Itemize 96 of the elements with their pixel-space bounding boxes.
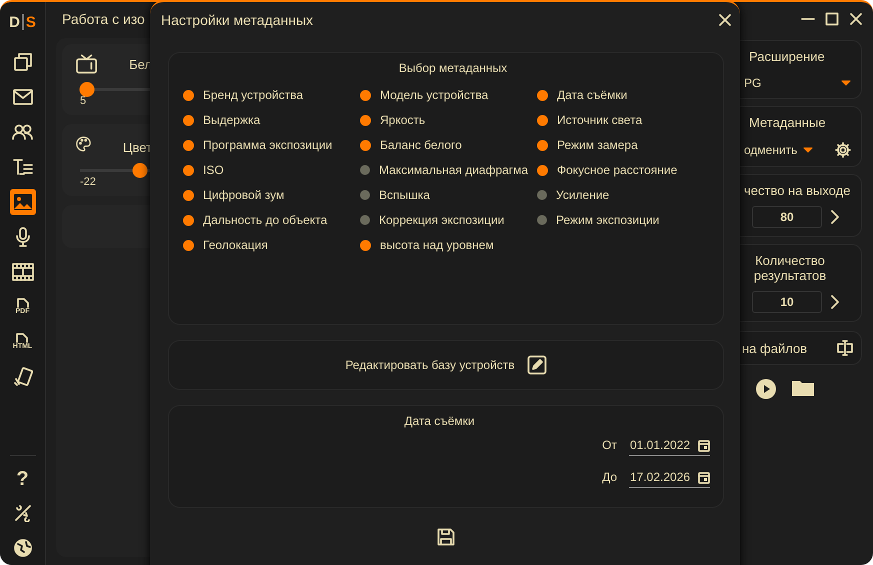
card-title: на файлов bbox=[742, 340, 808, 356]
toggle-dot[interactable] bbox=[537, 190, 547, 200]
date-field[interactable]: 17.02.2026 bbox=[629, 466, 710, 488]
metadata-option[interactable]: ISO bbox=[183, 161, 360, 179]
metadata-option[interactable]: Геолокация bbox=[183, 236, 360, 254]
close-icon[interactable] bbox=[718, 13, 732, 27]
panel-title: Дата съёмки bbox=[403, 414, 476, 428]
panel-label: Редактировать базу устройств bbox=[345, 358, 515, 372]
toggle-dot[interactable] bbox=[537, 215, 547, 225]
toggle-dot[interactable] bbox=[537, 114, 548, 126]
toggle-dot[interactable] bbox=[360, 90, 371, 100]
number-field[interactable]: 80 bbox=[752, 206, 822, 228]
card-title: чество на выходе bbox=[744, 183, 851, 198]
text-icon bbox=[12, 158, 32, 176]
toggle-dot[interactable] bbox=[183, 90, 194, 100]
help-button[interactable]: ? bbox=[16, 468, 29, 491]
logo-letter: S bbox=[26, 14, 36, 30]
card-title: Расширение bbox=[748, 49, 826, 64]
tv-icon bbox=[76, 54, 98, 74]
slider-value: -22 bbox=[79, 176, 97, 188]
toggle-dot[interactable] bbox=[537, 90, 548, 100]
metadata-option[interactable]: Вспышка bbox=[360, 186, 537, 204]
toggle-dot[interactable] bbox=[537, 164, 548, 176]
metadata-option[interactable]: Режим экспозиции bbox=[537, 211, 714, 229]
chevron-right-icon[interactable] bbox=[830, 210, 840, 224]
metadata-option[interactable]: Источник света bbox=[537, 111, 714, 129]
folder-icon[interactable] bbox=[791, 378, 815, 398]
metadata-option[interactable]: Баланс белого bbox=[360, 136, 537, 154]
slider-value: 5 bbox=[79, 95, 88, 107]
metadata-option[interactable]: Коррекция экспозиции bbox=[360, 211, 537, 229]
image-icon bbox=[12, 192, 32, 210]
metadata-option[interactable]: Программа экспозиции bbox=[183, 136, 360, 154]
slider-thumb[interactable] bbox=[80, 82, 95, 97]
metadata-option[interactable]: Режим замера bbox=[537, 136, 714, 154]
metadata-option[interactable]: Цифровой зум bbox=[183, 186, 360, 204]
toggle-dot[interactable] bbox=[183, 164, 194, 176]
toggle-dot[interactable] bbox=[183, 114, 194, 126]
close-icon[interactable] bbox=[849, 12, 863, 26]
maximize-icon[interactable] bbox=[825, 12, 839, 26]
save-icon[interactable] bbox=[437, 528, 455, 546]
calendar-icon bbox=[698, 438, 710, 452]
toggle-dot[interactable] bbox=[183, 140, 194, 150]
caret-icon bbox=[803, 147, 814, 153]
mail-icon bbox=[12, 88, 32, 104]
date-field[interactable]: 01.01.2022 bbox=[629, 434, 710, 456]
caret-icon bbox=[841, 80, 851, 86]
sidebar-item[interactable] bbox=[10, 188, 36, 214]
metadata-option[interactable]: Дальность до объекта bbox=[183, 211, 360, 229]
globe-icon[interactable] bbox=[14, 538, 32, 556]
document-icon bbox=[16, 298, 28, 308]
rename-icon[interactable] bbox=[837, 340, 853, 356]
number-field[interactable]: 10 bbox=[752, 291, 822, 313]
stack-icon bbox=[12, 52, 32, 72]
toggle-dot[interactable] bbox=[360, 114, 371, 126]
palette-icon bbox=[76, 134, 91, 154]
format-dropdown[interactable]: PG bbox=[744, 76, 851, 90]
people-icon bbox=[12, 124, 34, 140]
chevron-right-icon[interactable] bbox=[830, 295, 840, 309]
toggle-dot[interactable] bbox=[537, 140, 548, 150]
toggle-dot[interactable] bbox=[183, 240, 194, 250]
settings-icon[interactable] bbox=[835, 142, 851, 158]
metadata-option[interactable]: Усиление bbox=[537, 186, 714, 204]
calendar-icon bbox=[698, 470, 710, 484]
toggle-dot[interactable] bbox=[360, 240, 371, 250]
edit-icon[interactable] bbox=[526, 355, 547, 375]
metadata-option[interactable]: Яркость bbox=[360, 111, 537, 129]
metadata-dropdown[interactable]: одменить bbox=[744, 143, 814, 157]
field-label: До bbox=[602, 470, 617, 484]
dialog-title: Настройки метаданных bbox=[161, 12, 314, 28]
field-label: От bbox=[602, 438, 617, 452]
metadata-option[interactable]: Бренд устройства bbox=[183, 86, 360, 104]
toggle-dot[interactable] bbox=[360, 140, 371, 150]
toggle-dot[interactable] bbox=[183, 190, 194, 200]
toggle-dot[interactable] bbox=[360, 165, 370, 175]
metadata-option[interactable]: Фокусное расстояние bbox=[537, 161, 714, 179]
metadata-option[interactable]: Выдержка bbox=[183, 111, 360, 129]
metadata-option[interactable]: Максимальная диафрагма bbox=[360, 161, 537, 179]
window-title: Работа с изо bbox=[62, 11, 145, 27]
card-title: Цвет bbox=[122, 140, 152, 155]
toggle-dot[interactable] bbox=[360, 215, 370, 225]
microphone-icon bbox=[16, 226, 30, 246]
panel-title: Выбор метаданных bbox=[398, 61, 508, 75]
card-title: Количество результатов bbox=[752, 253, 828, 283]
metadata-option[interactable]: Модель устройства bbox=[360, 86, 537, 104]
rotate-device-icon bbox=[12, 366, 32, 386]
metadata-option[interactable]: Дата съёмки bbox=[537, 86, 714, 104]
slider-thumb[interactable] bbox=[132, 163, 148, 178]
document-icon bbox=[16, 333, 28, 343]
logo-letter: D bbox=[9, 14, 20, 30]
toggle-dot[interactable] bbox=[183, 214, 194, 226]
play-icon[interactable] bbox=[755, 378, 777, 400]
card-title: Метаданные bbox=[748, 115, 827, 130]
metadata-option[interactable]: высота над уровнем bbox=[360, 236, 537, 254]
toggle-dot[interactable] bbox=[360, 190, 370, 200]
film-icon bbox=[12, 262, 34, 280]
tools-icon[interactable] bbox=[14, 504, 32, 522]
